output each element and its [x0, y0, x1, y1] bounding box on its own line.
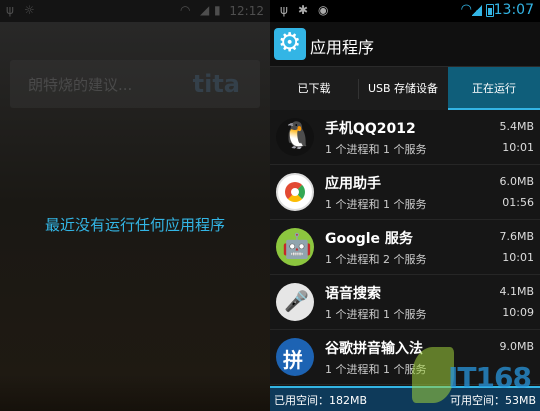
tab-downloaded[interactable]: 已下载 [270, 67, 358, 111]
page-title: 应用程序 [310, 38, 375, 57]
list-item[interactable]: 应用助手 1 个进程和 1 个服务 6.0MB 01:56 [270, 165, 540, 220]
settings-gear-icon[interactable] [274, 28, 306, 60]
left-status-bar: ψ ☼ ◠ ◢ ▮ 12:12 [0, 0, 270, 22]
watermark-text: IT168 [448, 361, 532, 394]
app-processes: 1 个进程和 1 个服务 [325, 198, 427, 211]
app-processes: 1 个进程和 2 个服务 [325, 253, 427, 266]
app-memory: 5.4MB [499, 120, 534, 133]
app-memory: 7.6MB [499, 230, 534, 243]
pinyin-ime-icon [276, 338, 314, 376]
no-recent-apps-message: 最近没有运行任何应用程序 [44, 216, 225, 234]
app-helper-icon [276, 173, 314, 211]
signal-icon [472, 4, 482, 16]
tab-running[interactable]: 正在运行 [448, 67, 540, 111]
app-memory: 4.1MB [499, 285, 534, 298]
app-time: 10:01 [502, 251, 534, 264]
action-bar: 应用程序 [270, 22, 540, 66]
screenshot-root: ψ ☼ ◠ ◢ ▮ 12:12 朗特烧的建议... tita 最近没有运行任何应… [0, 0, 540, 411]
left-status-time: 12:12 [229, 4, 264, 18]
tab-usb-storage[interactable]: USB 存储设备 [358, 67, 448, 111]
android-debug-icon: ✱ [298, 3, 309, 17]
used-space: 已用空间：182MB [274, 394, 368, 407]
status-bar: ψ ✱ ◉ ◠ 13:07 [270, 0, 540, 22]
apps-screen: ψ ✱ ◉ ◠ 13:07 应用程序 已下载 USB 存储设备 正在运行 手机Q… [270, 0, 540, 411]
watermark: IT168 [412, 337, 532, 407]
signal-icon: ◢ [200, 3, 210, 17]
app-name: 语音搜索 [325, 286, 381, 302]
app-name: 手机QQ2012 [325, 121, 416, 137]
wifi-icon: ◠ [180, 3, 191, 17]
qq-penguin-icon [276, 118, 314, 156]
chrome-icon: ◉ [318, 3, 329, 17]
app-name: 应用助手 [325, 176, 381, 192]
list-item[interactable]: 手机QQ2012 1 个进程和 1 个服务 5.4MB 10:01 [270, 110, 540, 165]
app-processes: 1 个进程和 1 个服务 [325, 308, 427, 321]
wifi-icon: ◠ [460, 2, 472, 17]
list-item[interactable]: Google 服务 1 个进程和 2 个服务 7.6MB 10:01 [270, 220, 540, 275]
status-time: 13:07 [493, 2, 534, 18]
app-name: 谷歌拼音输入法 [325, 341, 423, 357]
list-item[interactable]: 语音搜索 1 个进程和 1 个服务 4.1MB 10:09 [270, 275, 540, 330]
usb-icon: ψ [280, 3, 288, 17]
dock-area [0, 375, 270, 411]
notification-icon: ☼ [24, 3, 35, 17]
tab-bar: 已下载 USB 存储设备 正在运行 [270, 66, 540, 111]
app-time: 10:09 [502, 306, 534, 319]
recent-apps-screen: ψ ☼ ◠ ◢ ▮ 12:12 朗特烧的建议... tita 最近没有运行任何应… [0, 0, 270, 411]
search-logo: tita [192, 70, 240, 98]
microphone-icon [276, 283, 314, 321]
search-widget[interactable]: 朗特烧的建议... tita [10, 60, 260, 108]
android-robot-icon [276, 228, 314, 266]
app-memory: 6.0MB [499, 175, 534, 188]
app-time: 10:01 [502, 141, 534, 154]
battery-icon: ▮ [214, 3, 221, 17]
app-name: Google 服务 [325, 231, 413, 247]
app-processes: 1 个进程和 1 个服务 [325, 143, 427, 156]
search-placeholder: 朗特烧的建议... [28, 76, 133, 94]
usb-icon: ψ [6, 3, 14, 17]
app-time: 01:56 [502, 196, 534, 209]
